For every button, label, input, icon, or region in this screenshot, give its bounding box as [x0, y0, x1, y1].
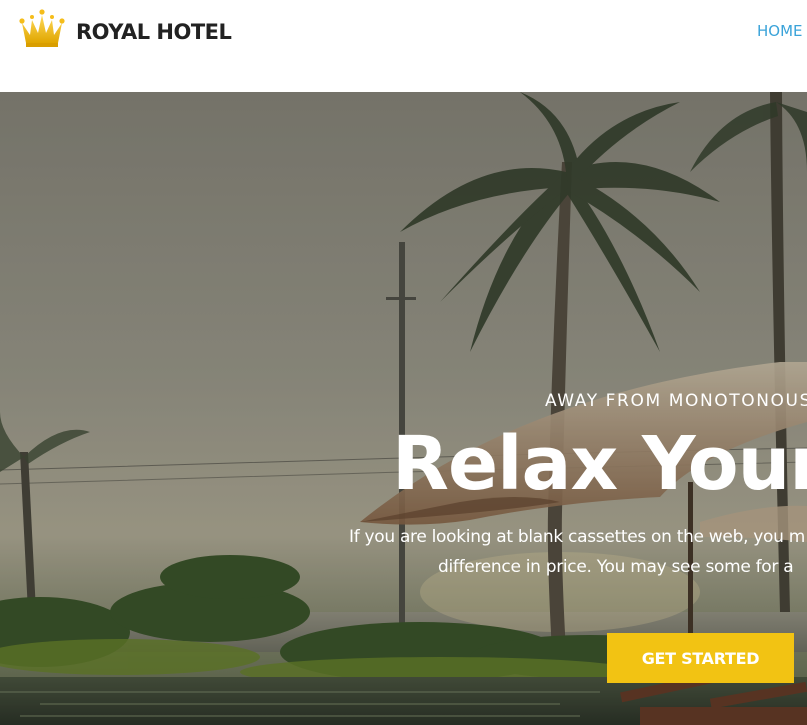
hero-text-line: difference in price. You may see some fo… — [438, 557, 794, 577]
logo-link[interactable]: ROYAL HOTEL — [18, 9, 232, 49]
logo-text: ROYAL HOTEL — [76, 19, 232, 44]
page: ROYAL HOTEL HOME AWAY FROM MONOTONOUS Re… — [0, 0, 807, 725]
hero-section: AWAY FROM MONOTONOUS Relax Your If you a… — [0, 92, 807, 725]
get-started-button[interactable]: GET STARTED — [607, 633, 794, 683]
hero-title: Relax Your — [392, 421, 807, 507]
site-header: ROYAL HOTEL HOME — [0, 0, 807, 92]
hero-text-line: If you are looking at blank cassettes on… — [349, 527, 805, 547]
hero-subtitle: AWAY FROM MONOTONOUS — [545, 391, 807, 411]
crown-icon — [19, 9, 65, 47]
nav-home-link[interactable]: HOME — [757, 22, 803, 40]
